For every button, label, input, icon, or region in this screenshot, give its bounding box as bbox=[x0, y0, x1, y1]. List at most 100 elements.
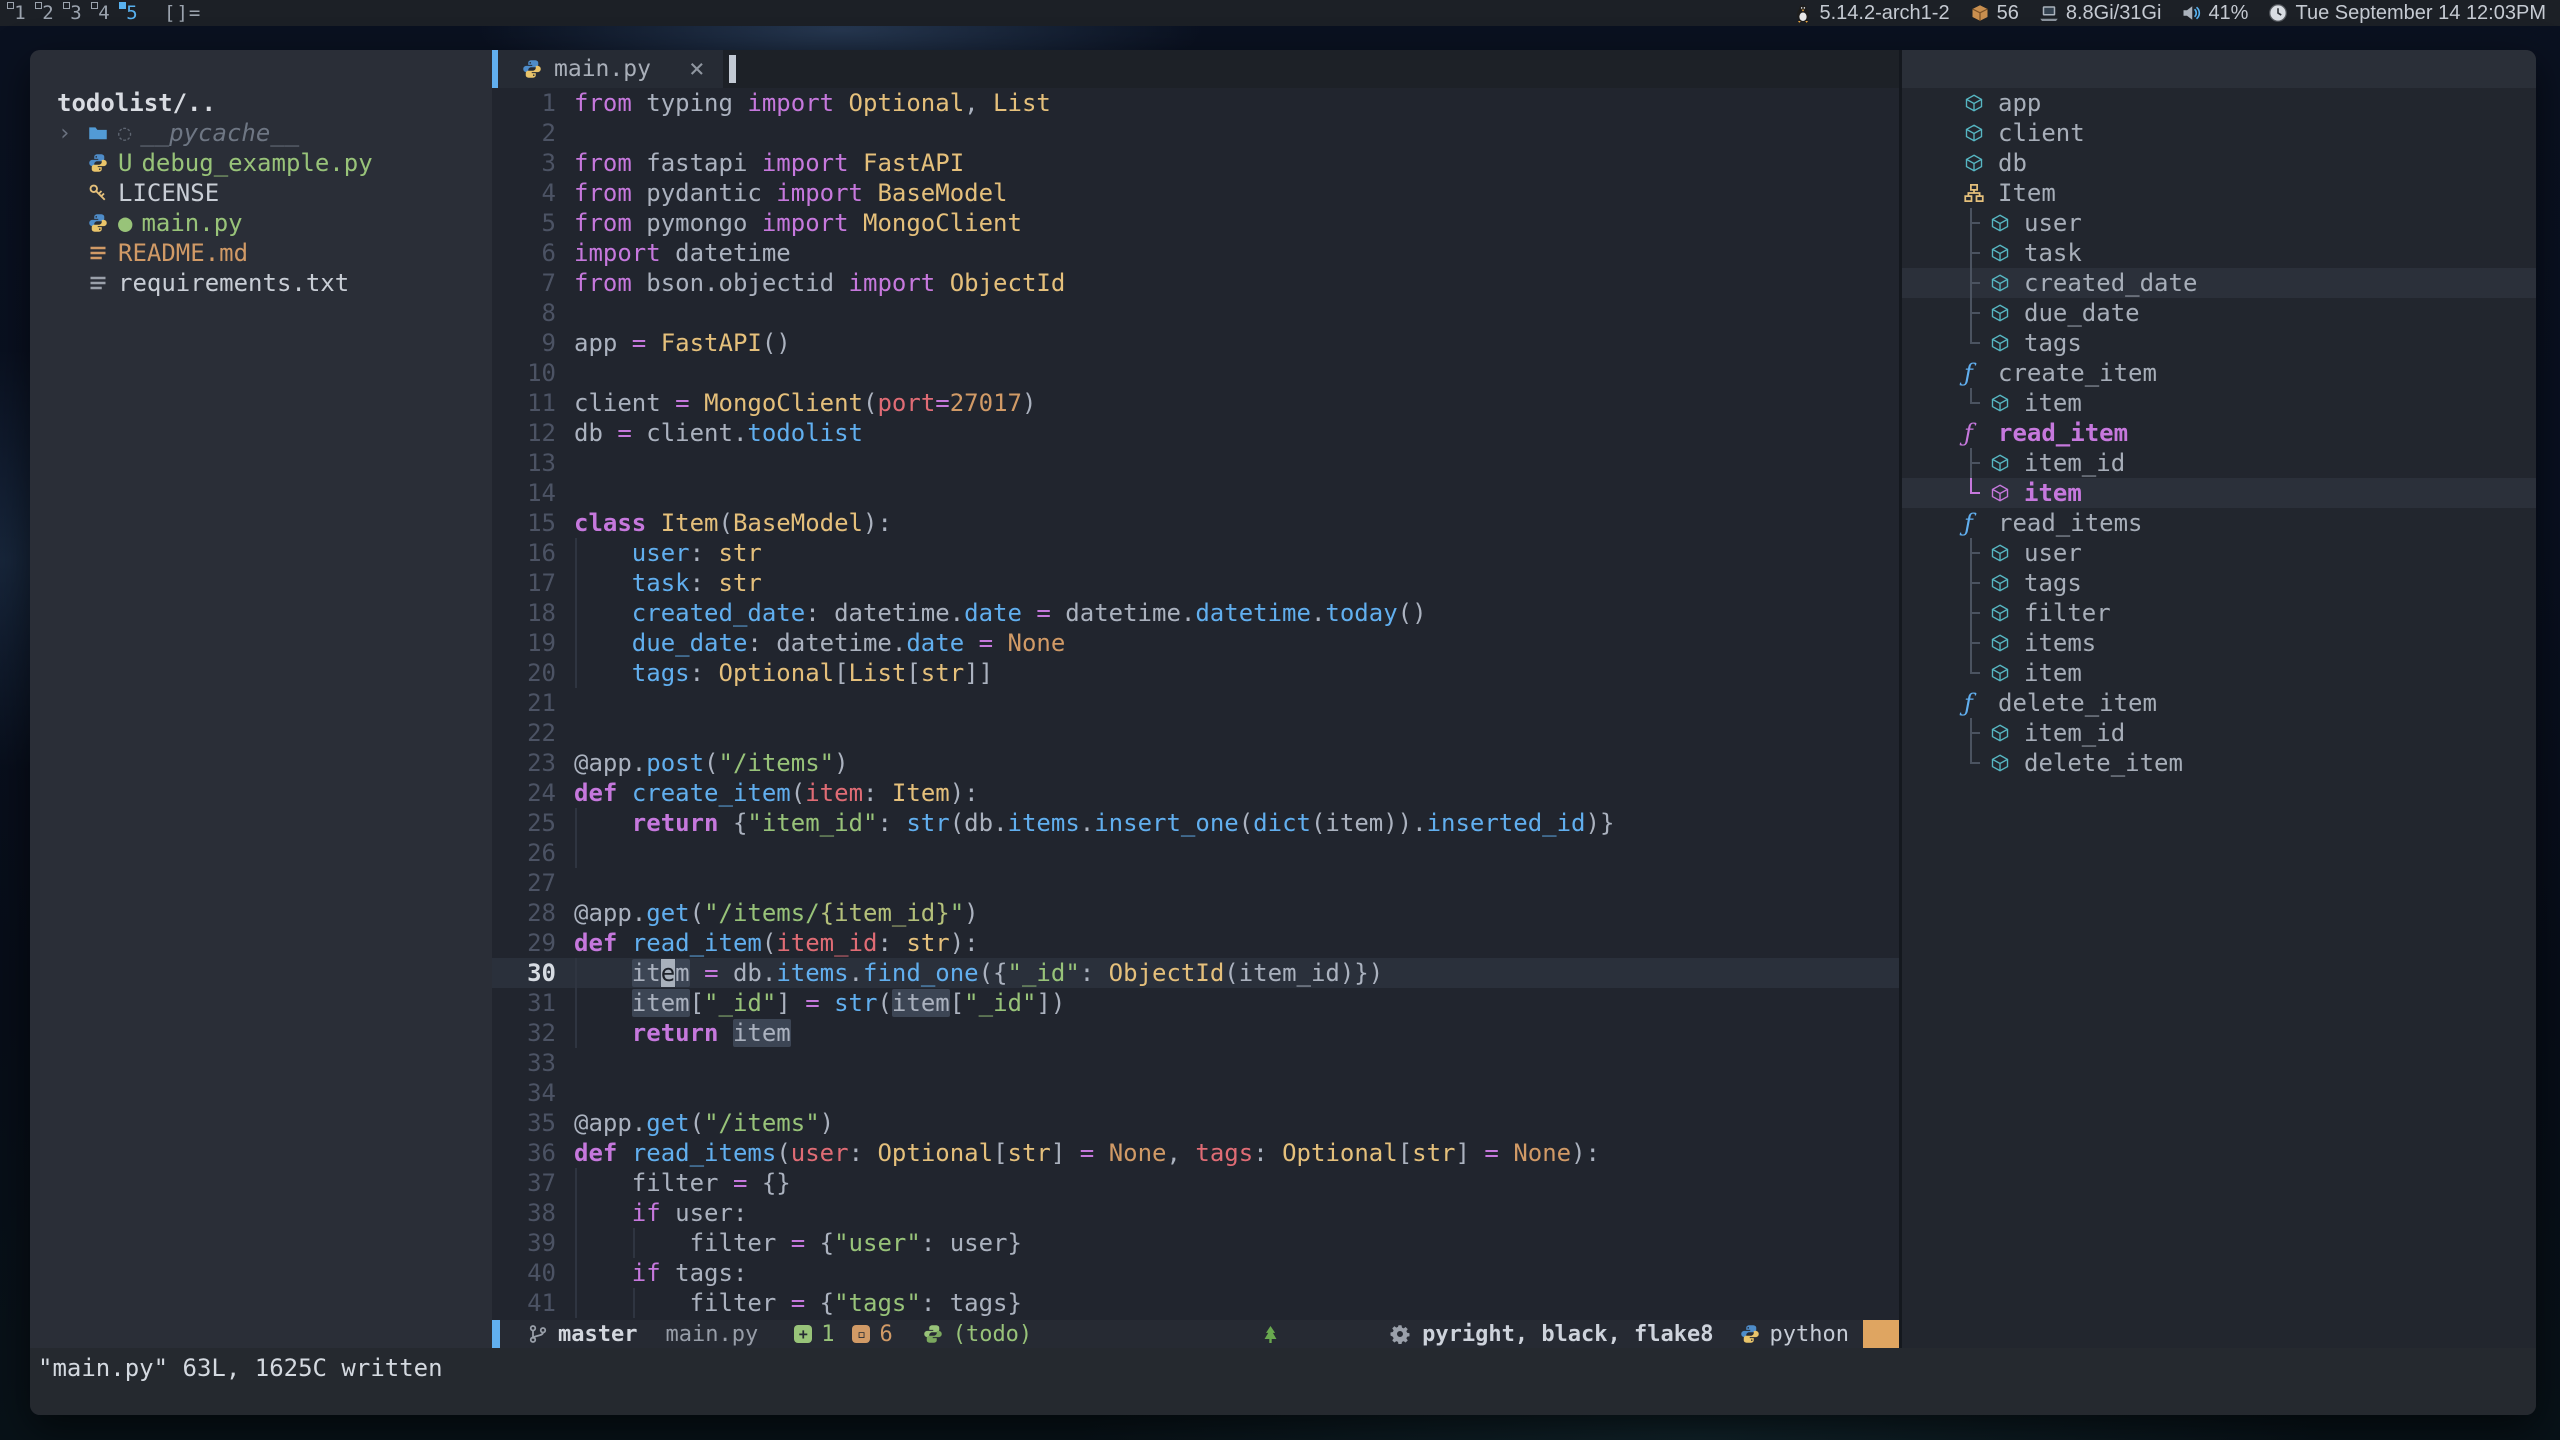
code-line-29[interactable]: 29def read_item(item_id: str): bbox=[492, 928, 1899, 958]
tab-main-py[interactable]: main.py × bbox=[498, 50, 723, 88]
code-line-8[interactable]: 8 bbox=[492, 298, 1899, 328]
code-line-30[interactable]: 30 item = db.items.find_one({"_id": Obje… bbox=[492, 958, 1899, 988]
code-line-9[interactable]: 9app = FastAPI() bbox=[492, 328, 1899, 358]
symbol-read_item[interactable]: ƒread_item bbox=[1902, 418, 2536, 448]
symbol-item_id[interactable]: item_id bbox=[1902, 448, 2536, 478]
tree-connector bbox=[1964, 718, 1990, 748]
code-line-22[interactable]: 22 bbox=[492, 718, 1899, 748]
workspace-4[interactable]: 4 bbox=[90, 0, 118, 26]
symbol-name: due_date bbox=[2024, 299, 2140, 327]
file-item-license[interactable]: LICENSE bbox=[30, 178, 492, 208]
code-line-6[interactable]: 6import datetime bbox=[492, 238, 1899, 268]
gear-icon bbox=[1390, 1324, 1410, 1344]
symbol-user[interactable]: user bbox=[1902, 208, 2536, 238]
symbol-task[interactable]: task bbox=[1902, 238, 2536, 268]
code-line-19[interactable]: 19 due_date: datetime.date = None bbox=[492, 628, 1899, 658]
workspace-2[interactable]: 2 bbox=[34, 0, 62, 26]
code-line-24[interactable]: 24def create_item(item: Item): bbox=[492, 778, 1899, 808]
file-item-debug-example-py[interactable]: Udebug_example.py bbox=[30, 148, 492, 178]
explorer-root-folder[interactable]: todolist/.. bbox=[30, 88, 492, 118]
code-line-34[interactable]: 34 bbox=[492, 1078, 1899, 1108]
symbol-item_id[interactable]: item_id bbox=[1902, 718, 2536, 748]
symbol-delete_item[interactable]: delete_item bbox=[1902, 748, 2536, 778]
symbol-item[interactable]: item bbox=[1902, 388, 2536, 418]
close-icon[interactable]: × bbox=[689, 54, 705, 84]
symbol-items[interactable]: items bbox=[1902, 628, 2536, 658]
line-number: 18 bbox=[492, 598, 574, 628]
clock-icon bbox=[2268, 3, 2288, 23]
code-line-27[interactable]: 27 bbox=[492, 868, 1899, 898]
code-line-4[interactable]: 4from pydantic import BaseModel bbox=[492, 178, 1899, 208]
line-number: 25 bbox=[492, 808, 574, 838]
symbol-client[interactable]: client bbox=[1902, 118, 2536, 148]
workspace-3[interactable]: 3 bbox=[62, 0, 90, 26]
code-line-12[interactable]: 12db = client.todolist bbox=[492, 418, 1899, 448]
workspace-5[interactable]: 5 bbox=[118, 0, 146, 26]
code-line-36[interactable]: 36def read_items(user: Optional[str] = N… bbox=[492, 1138, 1899, 1168]
file-item-main-py[interactable]: ●main.py bbox=[30, 208, 492, 238]
tree-connector bbox=[1964, 388, 1990, 418]
code-line-17[interactable]: 17 task: str bbox=[492, 568, 1899, 598]
line-number: 23 bbox=[492, 748, 574, 778]
code-line-23[interactable]: 23@app.post("/items") bbox=[492, 748, 1899, 778]
code-line-41[interactable]: 41 filter = {"tags": tags} bbox=[492, 1288, 1899, 1318]
cube-icon bbox=[1990, 633, 2010, 653]
symbol-tags[interactable]: tags bbox=[1902, 328, 2536, 358]
code-line-31[interactable]: 31 item["_id"] = str(item["_id"]) bbox=[492, 988, 1899, 1018]
code-line-15[interactable]: 15class Item(BaseModel): bbox=[492, 508, 1899, 538]
code-line-33[interactable]: 33 bbox=[492, 1048, 1899, 1078]
symbol-tags[interactable]: tags bbox=[1902, 568, 2536, 598]
code-line-3[interactable]: 3from fastapi import FastAPI bbox=[492, 148, 1899, 178]
code-line-38[interactable]: 38 if user: bbox=[492, 1198, 1899, 1228]
file-item-requirements-txt[interactable]: requirements.txt bbox=[30, 268, 492, 298]
code-line-25[interactable]: 25 return {"item_id": str(db.items.inser… bbox=[492, 808, 1899, 838]
symbol-name: tags bbox=[2024, 569, 2082, 597]
symbol-item[interactable]: item bbox=[1902, 658, 2536, 688]
code-line-40[interactable]: 40 if tags: bbox=[492, 1258, 1899, 1288]
code-line-39[interactable]: 39 filter = {"user": user} bbox=[492, 1228, 1899, 1258]
file-item--pycache-[interactable]: ›◌__pycache__ bbox=[30, 118, 492, 148]
code-line-2[interactable]: 2 bbox=[492, 118, 1899, 148]
symbol-filter[interactable]: filter bbox=[1902, 598, 2536, 628]
symbol-item[interactable]: item bbox=[1902, 478, 2536, 508]
code-line-7[interactable]: 7from bson.objectid import ObjectId bbox=[492, 268, 1899, 298]
code-line-14[interactable]: 14 bbox=[492, 478, 1899, 508]
line-number: 37 bbox=[492, 1168, 574, 1198]
symbol-delete_item[interactable]: ƒdelete_item bbox=[1902, 688, 2536, 718]
code-line-18[interactable]: 18 created_date: datetime.date = datetim… bbox=[492, 598, 1899, 628]
code-line-10[interactable]: 10 bbox=[492, 358, 1899, 388]
symbol-app[interactable]: app bbox=[1902, 88, 2536, 118]
symbol-user[interactable]: user bbox=[1902, 538, 2536, 568]
symbol-Item[interactable]: Item bbox=[1902, 178, 2536, 208]
code-line-20[interactable]: 20 tags: Optional[List[str]] bbox=[492, 658, 1899, 688]
code-line-32[interactable]: 32 return item bbox=[492, 1018, 1899, 1048]
workspace-1[interactable]: 1 bbox=[6, 0, 34, 26]
code-area[interactable]: 1from typing import Optional, List23from… bbox=[492, 88, 1899, 1320]
system-status-package: 56 bbox=[1970, 2, 2019, 25]
symbol-name: item bbox=[2024, 659, 2082, 687]
file-item-readme-md[interactable]: README.md bbox=[30, 238, 492, 268]
symbol-read_items[interactable]: ƒread_items bbox=[1902, 508, 2536, 538]
tree-connector bbox=[1964, 748, 1990, 778]
symbol-create_item[interactable]: ƒcreate_item bbox=[1902, 358, 2536, 388]
symbol-due_date[interactable]: due_date bbox=[1902, 298, 2536, 328]
code-line-13[interactable]: 13 bbox=[492, 448, 1899, 478]
code-line-26[interactable]: 26 bbox=[492, 838, 1899, 868]
line-number: 41 bbox=[492, 1288, 574, 1318]
code-line-16[interactable]: 16 user: str bbox=[492, 538, 1899, 568]
cube-icon bbox=[1990, 273, 2010, 293]
code-line-21[interactable]: 21 bbox=[492, 688, 1899, 718]
cube-icon bbox=[1990, 483, 2010, 503]
filetype-label: python bbox=[1770, 1322, 1849, 1347]
symbol-db[interactable]: db bbox=[1902, 148, 2536, 178]
code-line-37[interactable]: 37 filter = {} bbox=[492, 1168, 1899, 1198]
cube-icon bbox=[1964, 153, 1984, 173]
tree-connector bbox=[1964, 328, 1990, 358]
symbol-created_date[interactable]: created_date bbox=[1902, 268, 2536, 298]
code-line-35[interactable]: 35@app.get("/items") bbox=[492, 1108, 1899, 1138]
code-line-5[interactable]: 5from pymongo import MongoClient bbox=[492, 208, 1899, 238]
code-line-28[interactable]: 28@app.get("/items/{item_id}") bbox=[492, 898, 1899, 928]
code-line-11[interactable]: 11client = MongoClient(port=27017) bbox=[492, 388, 1899, 418]
code-line-1[interactable]: 1from typing import Optional, List bbox=[492, 88, 1899, 118]
system-status-text: 56 bbox=[1997, 2, 2019, 25]
